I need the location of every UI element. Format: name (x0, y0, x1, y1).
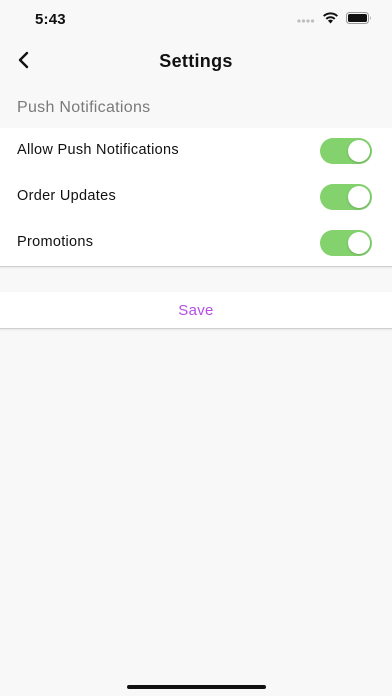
status-bar: 5:43 (0, 0, 392, 40)
setting-row-order-updates: Order Updates (0, 174, 392, 220)
wifi-icon (322, 12, 339, 24)
nav-bar: Settings (0, 42, 392, 82)
toggle-knob (348, 232, 370, 254)
setting-row-allow-push-notifications: Allow Push Notifications (0, 128, 392, 174)
save-label: Save (178, 301, 214, 319)
section-header-push-notifications: Push Notifications (17, 99, 151, 116)
toggle-knob (348, 186, 370, 208)
setting-label: Allow Push Notifications (17, 142, 179, 158)
allow-push-notifications-toggle[interactable] (320, 138, 372, 164)
setting-label: Promotions (17, 234, 94, 250)
battery-icon (346, 12, 372, 24)
page-title: Settings (159, 51, 233, 71)
status-icons (297, 12, 372, 24)
settings-list: Allow Push Notifications Order Updates P… (0, 128, 392, 267)
home-indicator (127, 685, 266, 689)
promotions-toggle[interactable] (320, 230, 372, 256)
status-time: 5:43 (35, 11, 66, 28)
setting-label: Order Updates (17, 188, 116, 204)
save-button[interactable]: Save (0, 292, 392, 329)
setting-row-promotions: Promotions (0, 220, 392, 266)
order-updates-toggle[interactable] (320, 184, 372, 210)
cellular-signal-icon (297, 12, 315, 24)
toggle-knob (348, 140, 370, 162)
